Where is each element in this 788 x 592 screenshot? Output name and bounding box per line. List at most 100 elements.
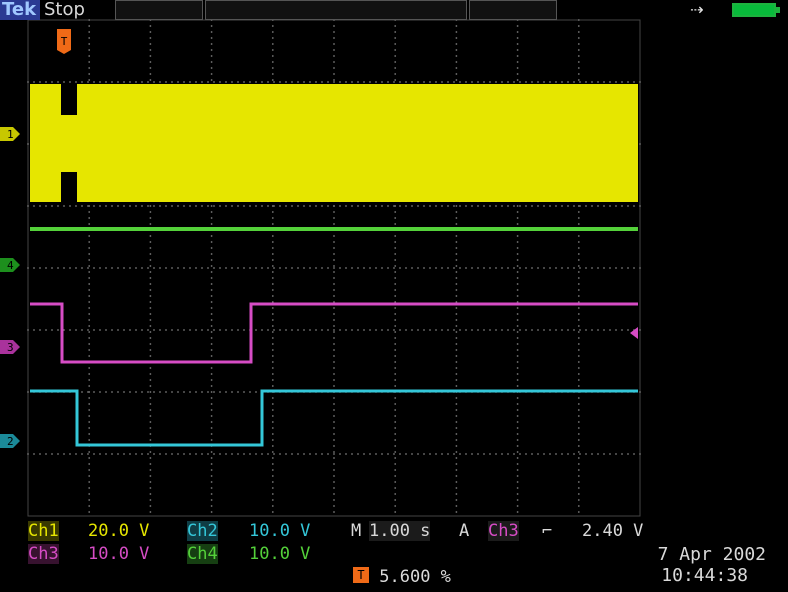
grid-dot	[441, 267, 443, 269]
grid-dot	[394, 241, 397, 243]
grid-dot	[210, 37, 213, 39]
grid-dot	[411, 329, 413, 331]
grid-dot	[455, 445, 458, 447]
grid-dot	[369, 205, 371, 207]
grid-dot	[375, 329, 377, 331]
grid-dot	[516, 73, 519, 75]
grid-dot	[516, 475, 519, 477]
grid-dot	[271, 385, 274, 387]
grid-dot	[577, 343, 580, 345]
grid-dot	[271, 463, 274, 465]
grid-dot	[459, 329, 461, 331]
grid-dot	[149, 289, 152, 291]
grid-dot	[271, 37, 274, 39]
grid-dot	[267, 329, 269, 331]
grid-dot	[363, 205, 365, 207]
grid-dot	[577, 37, 580, 39]
grid-dot	[435, 205, 437, 207]
grid-dot	[516, 259, 519, 261]
grid-dot	[271, 481, 274, 483]
grid-dot	[633, 453, 635, 455]
grid-dot	[271, 349, 274, 351]
grid-dot	[45, 329, 47, 331]
grid-dot	[88, 457, 91, 459]
grid-dot	[333, 37, 335, 39]
grid-dot	[147, 267, 149, 269]
grid-dot	[516, 319, 519, 321]
grid-dot	[394, 73, 397, 75]
grid-dot	[501, 329, 503, 331]
trigger-marker-label: T	[61, 35, 68, 48]
grid-dot	[455, 433, 458, 435]
grid-dot	[207, 329, 209, 331]
grid-dot	[147, 329, 149, 331]
grid-dot	[394, 337, 397, 339]
grid-dot	[149, 31, 152, 33]
grid-dot	[149, 367, 152, 369]
grid-dot	[159, 81, 161, 83]
brand-label: Tek	[0, 0, 40, 20]
grid-dot	[357, 81, 359, 83]
grid-dot	[271, 439, 274, 441]
grid-dot	[339, 205, 341, 207]
grid-dot	[149, 295, 152, 297]
grid-dot	[453, 329, 455, 331]
grid-dot	[210, 205, 213, 207]
grid-dot	[549, 329, 551, 331]
grid-dot	[333, 445, 335, 447]
grid-dot	[357, 453, 359, 455]
grid-dot	[271, 337, 274, 339]
grid-dot	[375, 81, 377, 83]
grid-dot	[477, 81, 479, 83]
grid-dot	[455, 457, 458, 459]
grid-dot	[88, 427, 91, 429]
grid-dot	[435, 453, 437, 455]
grid-dot	[210, 367, 213, 369]
grid-dot	[513, 81, 515, 83]
grid-dot	[577, 337, 580, 339]
grid-dot	[405, 205, 407, 207]
grid-dot	[455, 247, 458, 249]
grid-dot	[333, 475, 335, 477]
grid-dot	[516, 397, 519, 399]
grid-dot	[577, 283, 580, 285]
grid-dot	[345, 267, 347, 269]
grid-dot	[519, 267, 521, 269]
grid-dot	[455, 79, 458, 81]
grid-dot	[393, 267, 395, 269]
grid-dot	[271, 49, 274, 51]
grid-dot	[543, 329, 545, 331]
trigger-readout-icon: T	[353, 567, 369, 583]
grid-dot	[577, 511, 580, 513]
grid-dot	[321, 205, 323, 207]
grid-dot	[455, 31, 458, 33]
grid-dot	[639, 453, 641, 455]
grid-dot	[149, 25, 152, 27]
grid-dot	[333, 427, 335, 429]
ch3-marker: 3	[0, 340, 20, 354]
grid-dot	[394, 319, 397, 321]
grid-dot	[111, 391, 113, 393]
grid-dot	[394, 457, 397, 459]
grid-dot	[117, 391, 119, 393]
grid-dot	[210, 409, 213, 411]
grid-dot	[455, 211, 458, 213]
grid-dot	[394, 295, 397, 297]
grid-dot	[88, 259, 91, 261]
grid-dot	[57, 267, 59, 269]
grid-dot	[333, 241, 335, 243]
grid-dot	[149, 277, 152, 279]
grid-dot	[45, 81, 47, 83]
grid-dot	[489, 329, 491, 331]
grid-dot	[153, 391, 155, 393]
grid-dot	[394, 349, 397, 351]
grid-dot	[271, 61, 274, 63]
grid-dot	[210, 421, 213, 423]
grid-dot	[516, 277, 519, 279]
grid-dot	[141, 267, 143, 269]
grid-dot	[333, 403, 335, 405]
grid-dot	[333, 253, 335, 255]
grid-dot	[210, 43, 213, 45]
grid-dot	[555, 267, 557, 269]
grid-dot	[210, 475, 213, 477]
